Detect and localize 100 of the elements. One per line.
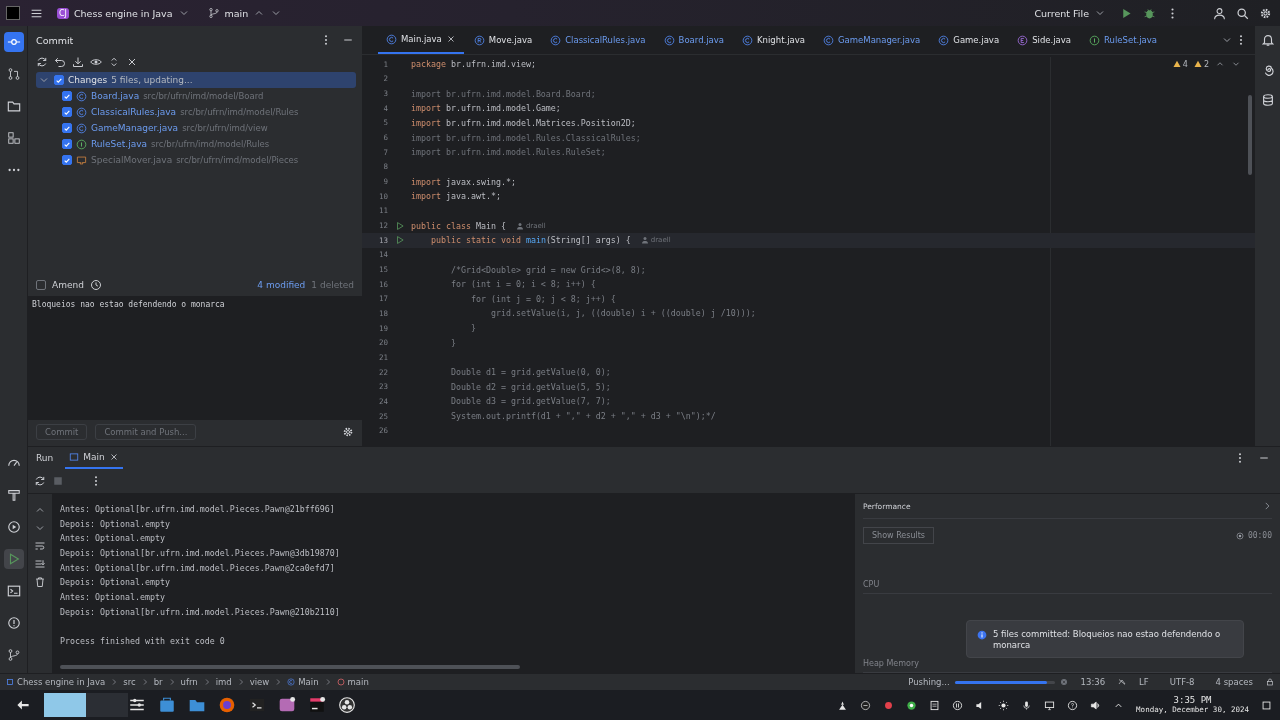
run-icon[interactable] [1120,6,1133,20]
reader-mode-icon[interactable] [1118,678,1127,686]
breadcrumb[interactable]: main [336,677,369,687]
run-tab[interactable]: Main [65,447,123,469]
breadcrumb[interactable]: src [123,677,136,687]
scrollbar[interactable] [60,665,520,669]
app-icon[interactable] [278,696,296,714]
run-icon[interactable] [3,549,24,569]
caret-position[interactable]: 13:36 [1080,677,1106,687]
expand-icon[interactable] [1262,501,1272,511]
record-file-icon [473,34,485,46]
console-line: Antes: Optional[br.ufrn.imd.model.Pieces.Pawn@2ca0efd7] [60,561,336,575]
breadcrumb[interactable]: br [153,677,163,687]
clipboard-icon[interactable] [929,699,941,711]
checkbox[interactable] [54,75,64,85]
soft-wrap-icon[interactable] [34,540,46,552]
editor-tab[interactable]: RuleSet.java [1081,26,1165,54]
branch-selector[interactable]: main [203,5,287,21]
clock-time[interactable]: 3:35 PM [1173,695,1212,705]
file-name[interactable]: RuleSet.java [91,139,148,149]
clear-icon[interactable] [34,576,46,588]
tray-icon[interactable] [860,699,872,711]
editor-tab[interactable]: Side.java [1009,26,1080,54]
editor-tab[interactable]: Game.java [930,26,1008,54]
brightness-icon[interactable] [998,699,1010,711]
shelve-icon[interactable] [72,56,84,68]
lock-icon[interactable] [1266,678,1274,686]
recorder-icon[interactable] [338,696,356,714]
editor-tab[interactable]: Knight.java [734,26,813,54]
update-icon[interactable] [906,699,918,711]
settings-icon[interactable] [342,426,354,438]
scroll-to-end-icon[interactable] [34,558,46,570]
microphone-icon[interactable] [1021,699,1033,711]
preview-icon[interactable] [90,56,102,68]
account-icon[interactable] [1213,6,1226,20]
editor-tab[interactable]: Main.java [378,26,464,54]
editor-tab[interactable]: GameManager.java [815,26,929,54]
close-tab-icon[interactable] [108,452,119,462]
background-task[interactable]: Pushing... [908,677,950,687]
project-selector[interactable]: CJ Chess engine in Java [53,5,194,21]
modified-count[interactable]: 4 modified [257,280,306,290]
tray-icon[interactable] [837,699,849,711]
media-icon[interactable] [952,699,964,711]
rerun-icon[interactable] [34,475,46,487]
file-name[interactable]: ClassicalRules.java [91,107,177,117]
desktop-thumbnail[interactable] [44,693,86,717]
refresh-icon[interactable] [36,56,48,68]
warning-count[interactable]: 4 [1172,59,1188,69]
run-gutter-icon[interactable] [394,235,405,246]
show-desktop-icon[interactable] [1261,699,1272,711]
scrollbar[interactable] [1248,95,1252,175]
code-line: import br.ufrn.imd.model.Game; [411,103,561,114]
editor-tab[interactable]: Board.java [655,26,733,54]
notification[interactable]: 5 files committed: Bloqueios nao estao defendendo o monarca [966,620,1244,658]
weak-warning-count[interactable]: 2 [1193,59,1209,69]
commit-message-field[interactable]: Bloqueios nao estao defendendo o monarca [28,296,362,420]
desktop-thumbnail[interactable] [86,693,128,717]
amend-checkbox[interactable]: Amend [36,280,84,290]
file-name[interactable]: Board.java [91,91,140,101]
editor-tab[interactable]: Move.java [465,26,541,54]
ide-icon[interactable] [308,696,326,714]
app-logo-icon[interactable] [6,6,20,20]
speaker-icon[interactable] [1090,699,1102,711]
file-path: src/br/ufrn/imd/model/Board [143,91,264,101]
breadcrumb[interactable]: imd [215,677,232,687]
checkbox[interactable] [62,123,72,133]
file-name[interactable]: GameManager.java [91,123,179,133]
breadcrumb[interactable]: view [249,677,270,687]
checkbox[interactable] [62,107,72,117]
collapse-icon[interactable] [126,56,138,68]
file-encoding[interactable]: UTF-8 [1169,677,1195,687]
run-config-selector[interactable]: Current File [1030,5,1110,21]
terminal-icon[interactable] [248,696,266,714]
record-dot-icon[interactable] [883,699,895,711]
show-results-button[interactable]: Show Results [863,527,934,544]
rollback-icon[interactable] [54,56,66,68]
checkbox[interactable] [62,91,72,101]
close-tab-icon[interactable] [445,34,456,44]
cancel-icon[interactable] [1059,678,1068,686]
debug-icon[interactable] [1143,6,1156,20]
browser-icon[interactable] [218,696,236,714]
checkbox[interactable] [62,139,72,149]
editor-tab[interactable]: ClassicalRules.java [542,26,654,54]
commit-icon[interactable] [3,32,24,52]
class-file-icon [742,34,754,46]
help-icon[interactable] [1067,699,1079,711]
checkbox[interactable] [62,155,72,165]
history-icon[interactable] [89,279,102,291]
interface-file-icon [76,138,87,150]
breadcrumb[interactable]: ufrn [180,677,198,687]
line-separator[interactable]: LF [1139,677,1149,687]
run-gutter-icon[interactable] [394,220,405,231]
breadcrumb[interactable]: Main [287,677,319,687]
breadcrumb[interactable]: Chess engine in Java [6,677,106,687]
changes-group-row[interactable]: Changes 5 files, updating... [36,72,356,88]
display-icon[interactable] [1044,699,1056,711]
search-icon[interactable] [1236,6,1249,20]
settings-icon[interactable] [1259,6,1272,20]
indent-setting[interactable]: 4 spaces [1215,677,1253,687]
store-bag-icon[interactable] [158,696,176,714]
